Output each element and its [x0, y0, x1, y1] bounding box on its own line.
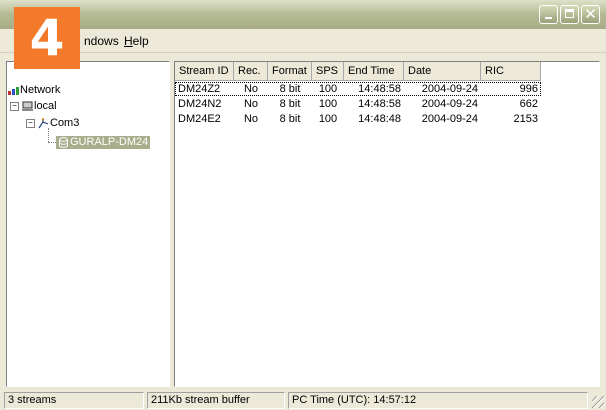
table-row[interactable]: DM24E2 No 8 bit 100 14:48:48 2004-09-24 … — [175, 112, 541, 126]
maximize-icon — [565, 9, 574, 18]
title-bar[interactable]: ✕ — [0, 0, 606, 29]
column-header-date[interactable]: Date — [404, 62, 481, 81]
cell-stream-id: DM24E2 — [178, 113, 221, 125]
cell-rec: No — [243, 113, 259, 125]
table-row[interactable]: DM24Z2 No 8 bit 100 14:48:58 2004-09-24 … — [175, 82, 541, 96]
cell-rec: No — [243, 83, 259, 95]
window-controls: ✕ — [539, 5, 600, 24]
cell-sps: 100 — [318, 83, 338, 95]
resize-grip-icon[interactable] — [592, 396, 604, 408]
column-header-stream-id[interactable]: Stream ID — [175, 62, 234, 81]
cell-end-time: 14:48:58 — [358, 98, 401, 110]
column-header-rec[interactable]: Rec. — [234, 62, 268, 81]
close-button[interactable]: ✕ — [581, 5, 600, 24]
status-stream-count: 3 streams — [4, 392, 144, 409]
cell-end-time: 14:48:48 — [358, 113, 401, 125]
serial-port-icon — [38, 117, 49, 129]
column-header-format[interactable]: Format — [268, 62, 312, 81]
tree-node-com3[interactable]: − Com3 — [26, 117, 79, 130]
computer-icon — [22, 101, 33, 112]
status-buffer: 211Kb stream buffer — [147, 392, 285, 409]
cell-ric: 996 — [519, 83, 538, 95]
menu-help[interactable]: Help — [124, 34, 149, 48]
status-pc-time: PC Time (UTC): 14:57:12 — [288, 392, 588, 409]
cell-date: 2004-09-24 — [421, 113, 478, 125]
cell-rec: No — [243, 98, 259, 110]
collapse-icon[interactable]: − — [26, 118, 35, 128]
network-icon — [8, 85, 19, 96]
tree-connector — [48, 128, 50, 142]
close-icon: ✕ — [584, 5, 597, 23]
tree-node-device[interactable]: GURALP-DM24 — [56, 136, 151, 149]
tree-node-network-label: Network — [20, 84, 61, 96]
tree-node-local-label: local — [34, 100, 57, 112]
cell-format: 8 bit — [279, 83, 301, 95]
cell-format: 8 bit — [279, 113, 301, 125]
collapse-icon[interactable]: − — [10, 101, 19, 111]
table-header: Stream ID Rec. Format SPS End Time Date … — [175, 62, 541, 81]
tree-connector — [48, 142, 56, 144]
cell-date: 2004-09-24 — [421, 98, 478, 110]
column-header-end-time[interactable]: End Time — [344, 62, 404, 81]
table-row[interactable]: DM24N2 No 8 bit 100 14:48:58 2004-09-24 … — [175, 97, 541, 111]
minimize-icon — [545, 17, 552, 19]
cell-sps: 100 — [318, 98, 338, 110]
tree-node-com3-label: Com3 — [50, 117, 80, 129]
tree-pane[interactable]: Network − local − Com3 GURALP-DM24 — [6, 61, 170, 387]
tree-node-network[interactable]: Network — [8, 84, 60, 97]
cell-sps: 100 — [318, 113, 338, 125]
menu-bar: ndows Help — [0, 29, 606, 53]
cell-end-time: 14:48:58 — [358, 83, 401, 95]
cell-ric: 2153 — [513, 113, 538, 125]
cell-ric: 662 — [519, 98, 538, 110]
maximize-button[interactable] — [560, 5, 579, 24]
cell-format: 8 bit — [279, 98, 301, 110]
minimize-button[interactable] — [539, 5, 558, 24]
status-bar: 3 streams 211Kb stream buffer PC Time (U… — [0, 389, 606, 410]
tree-node-local[interactable]: − local — [10, 100, 57, 113]
cell-date: 2004-09-24 — [421, 83, 478, 95]
step-number-badge: 4 — [14, 7, 80, 69]
column-header-sps[interactable]: SPS — [312, 62, 344, 81]
menu-windows[interactable]: ndows — [84, 34, 119, 48]
cell-stream-id: DM24N2 — [178, 98, 222, 110]
digitizer-icon — [58, 136, 69, 148]
stream-list[interactable]: Stream ID Rec. Format SPS End Time Date … — [174, 61, 600, 387]
column-header-ric[interactable]: RIC — [481, 62, 541, 81]
tree-node-device-label: GURALP-DM24 — [70, 136, 149, 148]
cell-stream-id: DM24Z2 — [178, 83, 221, 95]
